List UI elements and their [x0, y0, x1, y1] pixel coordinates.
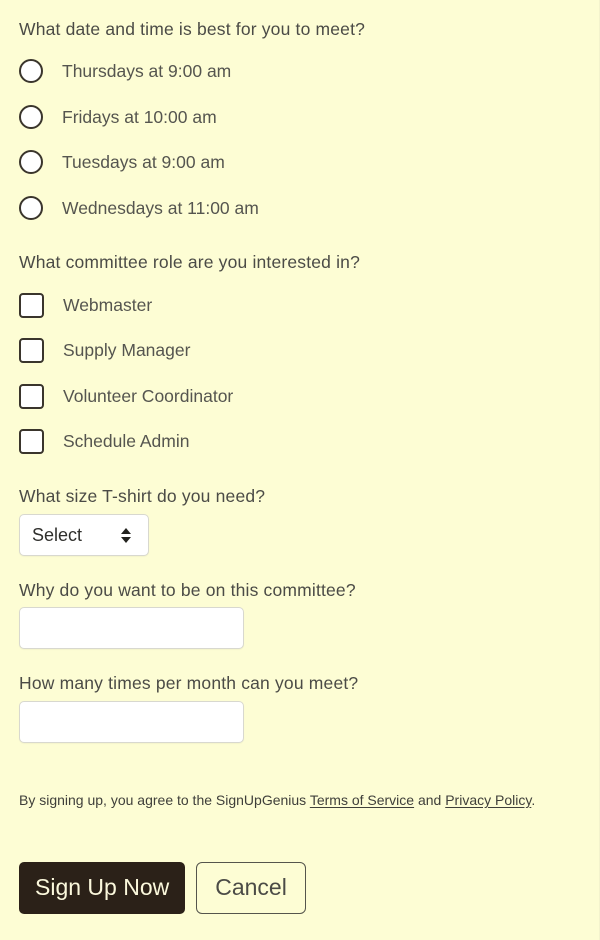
radio-label-tuesdays: Tuesdays at 9:00 am	[62, 152, 225, 172]
checkbox-option-volunteer-coordinator[interactable]: Volunteer Coordinator	[19, 382, 233, 410]
question-label-meeting-time: What date and time is best for you to me…	[19, 19, 366, 39]
select-stepper-arrows-icon[interactable]	[119, 524, 132, 546]
legal-notice: By signing up, you agree to the SignUpGe…	[19, 791, 535, 809]
checkbox-option-schedule-admin[interactable]: Schedule Admin	[19, 427, 189, 455]
checkbox-label-schedule-admin: Schedule Admin	[63, 431, 190, 451]
radio-icon-fridays[interactable]	[19, 105, 43, 129]
privacy-policy-link[interactable]: Privacy Policy	[445, 792, 531, 808]
radio-icon-thursdays[interactable]	[19, 59, 43, 83]
checkbox-icon-supply-manager[interactable]	[19, 337, 44, 363]
terms-of-service-link[interactable]: Terms of Service	[310, 792, 414, 808]
checkbox-icon-schedule-admin[interactable]	[19, 428, 44, 454]
legal-suffix-text: .	[531, 792, 536, 808]
radio-label-thursdays: Thursdays at 9:00 am	[62, 61, 232, 81]
radio-label-fridays: Fridays at 10:00 am	[62, 107, 217, 127]
legal-conjunction-text: and	[414, 792, 446, 808]
question-label-why-committee: Why do you want to be on this committee?	[19, 580, 356, 600]
chevron-up-icon	[120, 527, 131, 534]
radio-icon-wednesdays[interactable]	[19, 196, 43, 220]
radio-option-thursdays[interactable]: Thursdays at 9:00 am	[19, 57, 231, 85]
checkbox-option-supply-manager[interactable]: Supply Manager	[19, 336, 190, 364]
checkbox-label-supply-manager: Supply Manager	[63, 340, 191, 360]
chevron-down-icon	[120, 536, 131, 543]
radio-label-wednesdays: Wednesdays at 11:00 am	[62, 198, 259, 218]
cancel-button[interactable]: Cancel	[196, 862, 306, 914]
radio-option-tuesdays[interactable]: Tuesdays at 9:00 am	[19, 148, 225, 176]
radio-option-wednesdays[interactable]: Wednesdays at 11:00 am	[19, 194, 259, 222]
checkbox-label-webmaster: Webmaster	[63, 295, 153, 315]
tshirt-size-selected-value: Select	[32, 524, 83, 545]
form-action-buttons: Sign Up Now Cancel	[19, 862, 306, 914]
checkbox-icon-volunteer-coordinator[interactable]	[19, 383, 44, 409]
question-label-tshirt-size: What size T-shirt do you need?	[19, 486, 266, 506]
checkbox-option-webmaster[interactable]: Webmaster	[19, 291, 152, 319]
tshirt-size-select[interactable]: Select	[19, 514, 149, 556]
radio-icon-tuesdays[interactable]	[19, 150, 43, 174]
question-label-times-per-month: How many times per month can you meet?	[19, 673, 359, 693]
question-label-committee-role: What committee role are you interested i…	[19, 252, 360, 272]
signup-form-page: What date and time is best for you to me…	[0, 0, 600, 940]
radio-option-fridays[interactable]: Fridays at 10:00 am	[19, 103, 217, 131]
times-per-month-input[interactable]	[19, 701, 244, 743]
legal-prefix-text: By signing up, you agree to the SignUpGe…	[19, 792, 310, 808]
why-committee-input[interactable]	[19, 607, 244, 649]
sign-up-now-button[interactable]: Sign Up Now	[19, 862, 186, 914]
checkbox-label-volunteer-coordinator: Volunteer Coordinator	[63, 386, 234, 406]
checkbox-icon-webmaster[interactable]	[19, 292, 44, 318]
